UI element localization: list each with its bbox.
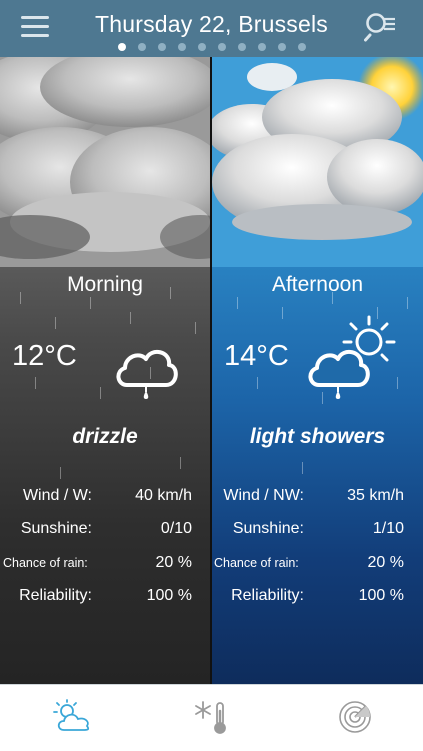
condition-text: drizzle	[72, 425, 138, 448]
detail-value: 100 %	[358, 587, 404, 604]
detail-label: Wind / NW:	[223, 487, 304, 504]
page-dot[interactable]	[217, 43, 226, 51]
detail-label: Sunshine:	[20, 520, 92, 537]
detail-value: 100 %	[146, 587, 192, 604]
detail-value: 20 %	[367, 554, 404, 571]
page-dot[interactable]	[297, 43, 306, 51]
detail-label: Sunshine:	[232, 520, 304, 537]
morning-panel[interactable]: Morning 12°C drizzle Wind / W: 40 km/h S…	[0, 57, 210, 684]
weather-forecast-icon[interactable]	[52, 699, 92, 735]
condition-text: light showers	[249, 425, 386, 448]
detail-value: 1/10	[372, 520, 404, 537]
page-dot[interactable]	[277, 43, 286, 51]
sun-cloud-illustration	[212, 57, 423, 267]
detail-label: Wind / W:	[22, 487, 92, 504]
hamburger-menu-icon[interactable]	[21, 16, 49, 38]
page-dot[interactable]	[157, 43, 166, 51]
temperature: 14°C	[224, 340, 289, 372]
detail-value: 0/10	[160, 520, 192, 537]
detail-label: Reliability:	[19, 587, 92, 604]
detail-value: 40 km/h	[135, 487, 192, 504]
drizzle-cloud-icon	[116, 349, 178, 399]
detail-value: 35 km/h	[347, 487, 404, 504]
search-list-icon[interactable]	[364, 11, 398, 43]
period-label: Afternoon	[271, 273, 364, 296]
radar-icon[interactable]	[335, 699, 375, 735]
detail-value: 20 %	[155, 554, 192, 571]
page-dot[interactable]	[117, 43, 126, 51]
afternoon-panel[interactable]: Afternoon 14°C light showers Wind / NW: …	[212, 57, 423, 684]
period-label: Morning	[67, 273, 143, 296]
overcast-cloud-illustration	[0, 57, 210, 267]
detail-label: Chance of rain:	[3, 556, 88, 570]
page-title: Thursday 22, Brussels	[94, 11, 329, 37]
page-dot[interactable]	[197, 43, 206, 51]
page-dot[interactable]	[177, 43, 186, 51]
bottom-tab-bar	[0, 684, 423, 751]
detail-label: Reliability:	[231, 587, 304, 604]
temperature: 12°C	[12, 340, 77, 372]
page-dot[interactable]	[137, 43, 146, 51]
sun-cloud-rain-icon	[308, 315, 396, 399]
page-dot[interactable]	[257, 43, 266, 51]
detail-label: Chance of rain:	[214, 556, 299, 570]
snow-thermometer-icon[interactable]	[193, 699, 233, 735]
page-dot[interactable]	[237, 43, 246, 51]
top-bar: Thursday 22, Brussels	[0, 0, 423, 57]
page-indicator[interactable]	[0, 43, 423, 51]
